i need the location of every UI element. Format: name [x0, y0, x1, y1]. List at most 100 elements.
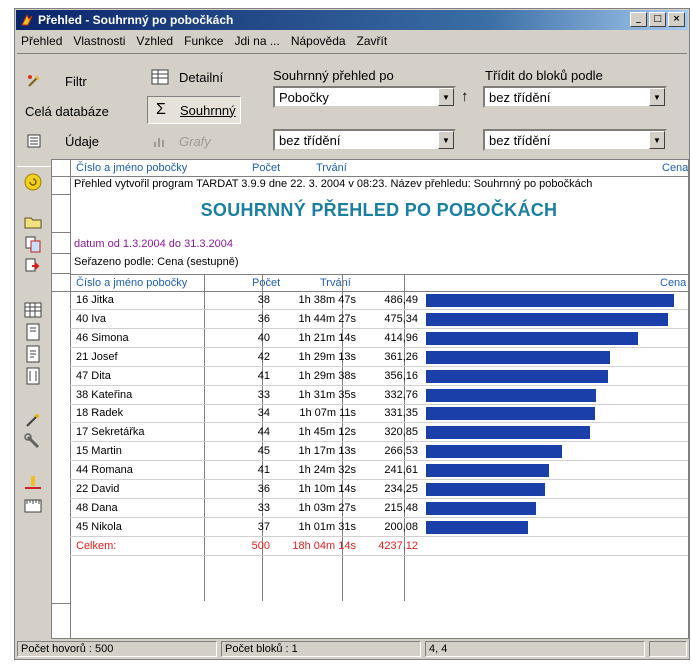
row-duration: 1h 21m 14s — [298, 331, 356, 344]
maximize-button[interactable]: □ — [649, 12, 666, 27]
row-count: 44 — [257, 426, 270, 439]
sort3-select[interactable]: bez třídění ▼ — [483, 129, 667, 151]
data-button[interactable]: Údaje — [25, 130, 99, 152]
total-row: Celkem: 500 18h 04m 14s 4237,12 — [70, 537, 688, 556]
refresh-icon[interactable] — [24, 173, 42, 191]
sort2-select[interactable]: bez třídění ▼ — [273, 129, 456, 151]
table-row: 45 Nikola 37 1h 01m 31s 200,08 — [70, 518, 688, 537]
row-price: 356,16 — [384, 369, 418, 382]
row-price: 475,34 — [384, 312, 418, 325]
header-count: Počet — [252, 162, 281, 174]
col-branch: Číslo a jméno pobočky — [76, 277, 188, 289]
row-count: 42 — [257, 350, 270, 363]
summary-by-select[interactable]: Pobočky ▼ — [273, 86, 456, 108]
magic-wand-icon[interactable] — [24, 411, 42, 429]
row-branch: 22 David — [76, 483, 120, 495]
row-duration: 1h 38m 47s — [298, 294, 356, 306]
bar-mark — [426, 464, 550, 478]
table-row: 15 Martin 45 1h 17m 13s 266,53 — [70, 442, 688, 462]
row-price: 234,25 — [384, 483, 418, 495]
close-button[interactable]: × — [668, 12, 685, 27]
sort-info: Seřazeno podle: Cena (sestupně) — [74, 256, 239, 268]
row-price: 320,85 — [384, 426, 418, 439]
row-duration: 1h 03m 27s — [298, 501, 356, 514]
row-count: 33 — [257, 388, 270, 401]
table-row: 38 Kateřina 33 1h 31m 35s 332,76 — [70, 386, 688, 405]
chevron-down-icon[interactable]: ▼ — [649, 88, 665, 106]
detail-button[interactable]: Detailní — [151, 66, 223, 88]
report-info: Přehled vytvořil program TARDAT 3.9.9 dn… — [74, 178, 593, 190]
row-count: 41 — [257, 464, 270, 477]
row-branch: 17 Sekretářka — [76, 426, 145, 439]
report-view[interactable]: Číslo a jméno pobočky Počet Trvání Cena … — [51, 159, 689, 639]
header-duration: Trvání — [316, 162, 347, 174]
table-view-icon[interactable] — [24, 301, 42, 319]
graphs-button[interactable]: Grafy — [151, 130, 211, 152]
bar-mark — [426, 312, 669, 326]
total-price: 4237,12 — [378, 539, 418, 552]
page-icon[interactable] — [24, 323, 42, 341]
open-folder-icon[interactable] — [24, 213, 42, 231]
ruler-icon[interactable] — [24, 497, 42, 515]
row-branch: 44 Romana — [76, 464, 133, 477]
bar-chart-icon — [151, 132, 169, 150]
whole-db-button[interactable]: Celá databáze — [25, 100, 109, 122]
resize-grip[interactable] — [649, 641, 687, 657]
row-branch: 21 Josef — [76, 350, 118, 363]
chevron-down-icon[interactable]: ▼ — [438, 88, 454, 106]
table-row: 18 Radek 34 1h 07m 11s 331,35 — [70, 404, 688, 424]
graphs-label: Grafy — [179, 133, 211, 149]
report-gutter — [52, 160, 71, 638]
header-branch: Číslo a jméno pobočky — [76, 162, 188, 174]
col-duration: Trvání — [320, 277, 351, 289]
sort-direction-icon[interactable]: ↑ — [461, 88, 469, 105]
status-bar: Počet hovorů : 500 Počet bloků : 1 4, 4 — [17, 639, 687, 659]
row-count: 34 — [257, 407, 270, 420]
row-branch: 48 Dana — [76, 501, 118, 514]
tools-icon[interactable] — [24, 433, 42, 451]
row-price: 414,96 — [384, 331, 418, 344]
data-icon — [25, 132, 43, 150]
sort-blocks-value: bez třídění — [489, 89, 551, 105]
detail-label: Detailní — [179, 69, 224, 85]
page-layout-icon[interactable] — [24, 367, 42, 385]
export-icon[interactable] — [24, 257, 42, 275]
menu-jdi-na[interactable]: Jdi na ... — [234, 34, 279, 48]
minimize-button[interactable]: _ — [630, 12, 647, 27]
row-price: 266,53 — [384, 445, 418, 458]
chevron-down-icon[interactable]: ▼ — [649, 131, 665, 149]
row-duration: 1h 29m 13s — [298, 350, 356, 363]
filter-label: Filtr — [65, 73, 87, 89]
row-price: 486,49 — [384, 294, 418, 306]
sort-blocks-label: Třídit do bloků podle — [485, 68, 603, 83]
row-duration: 1h 24m 32s — [298, 464, 356, 477]
copy-icon[interactable] — [24, 235, 42, 253]
bar-mark — [426, 520, 528, 534]
bar-mark — [426, 483, 546, 496]
filter-button[interactable]: Filtr — [25, 70, 87, 92]
summary-label: Souhrnný — [180, 102, 236, 118]
menu-zavrit[interactable]: Zavřít — [357, 34, 388, 48]
menu-funkce[interactable]: Funkce — [184, 34, 223, 48]
chevron-down-icon[interactable]: ▼ — [438, 131, 454, 149]
col-count: Počet — [252, 277, 281, 289]
bar-mark — [426, 501, 536, 515]
sort-blocks-select[interactable]: bez třídění ▼ — [483, 86, 667, 108]
row-count: 37 — [257, 520, 270, 533]
menu-napoveda[interactable]: Nápověda — [291, 34, 346, 48]
total-branch: Celkem: — [76, 539, 117, 552]
menu-vlastnosti[interactable]: Vlastnosti — [73, 34, 125, 48]
column-width-icon[interactable] — [24, 475, 42, 493]
menu-vzhled[interactable]: Vzhled — [136, 34, 173, 48]
summary-button[interactable]: Σ Souhrnný — [147, 96, 241, 124]
menu-prehled[interactable]: Přehled — [21, 34, 62, 48]
table-row: 16 Jitka 38 1h 38m 47s 486,49 — [70, 291, 688, 310]
sort3-value: bez třídění — [489, 132, 551, 148]
col-price: Cena — [660, 277, 687, 289]
row-duration: 1h 45m 12s — [298, 426, 356, 439]
row-duration: 1h 10m 14s — [298, 483, 356, 495]
row-duration: 1h 31m 35s — [298, 388, 356, 401]
bar-mark — [426, 294, 674, 307]
document-icon[interactable] — [24, 345, 42, 363]
title-bar[interactable]: Přehled - Souhrnný po pobočkách _ □ × — [16, 10, 688, 30]
